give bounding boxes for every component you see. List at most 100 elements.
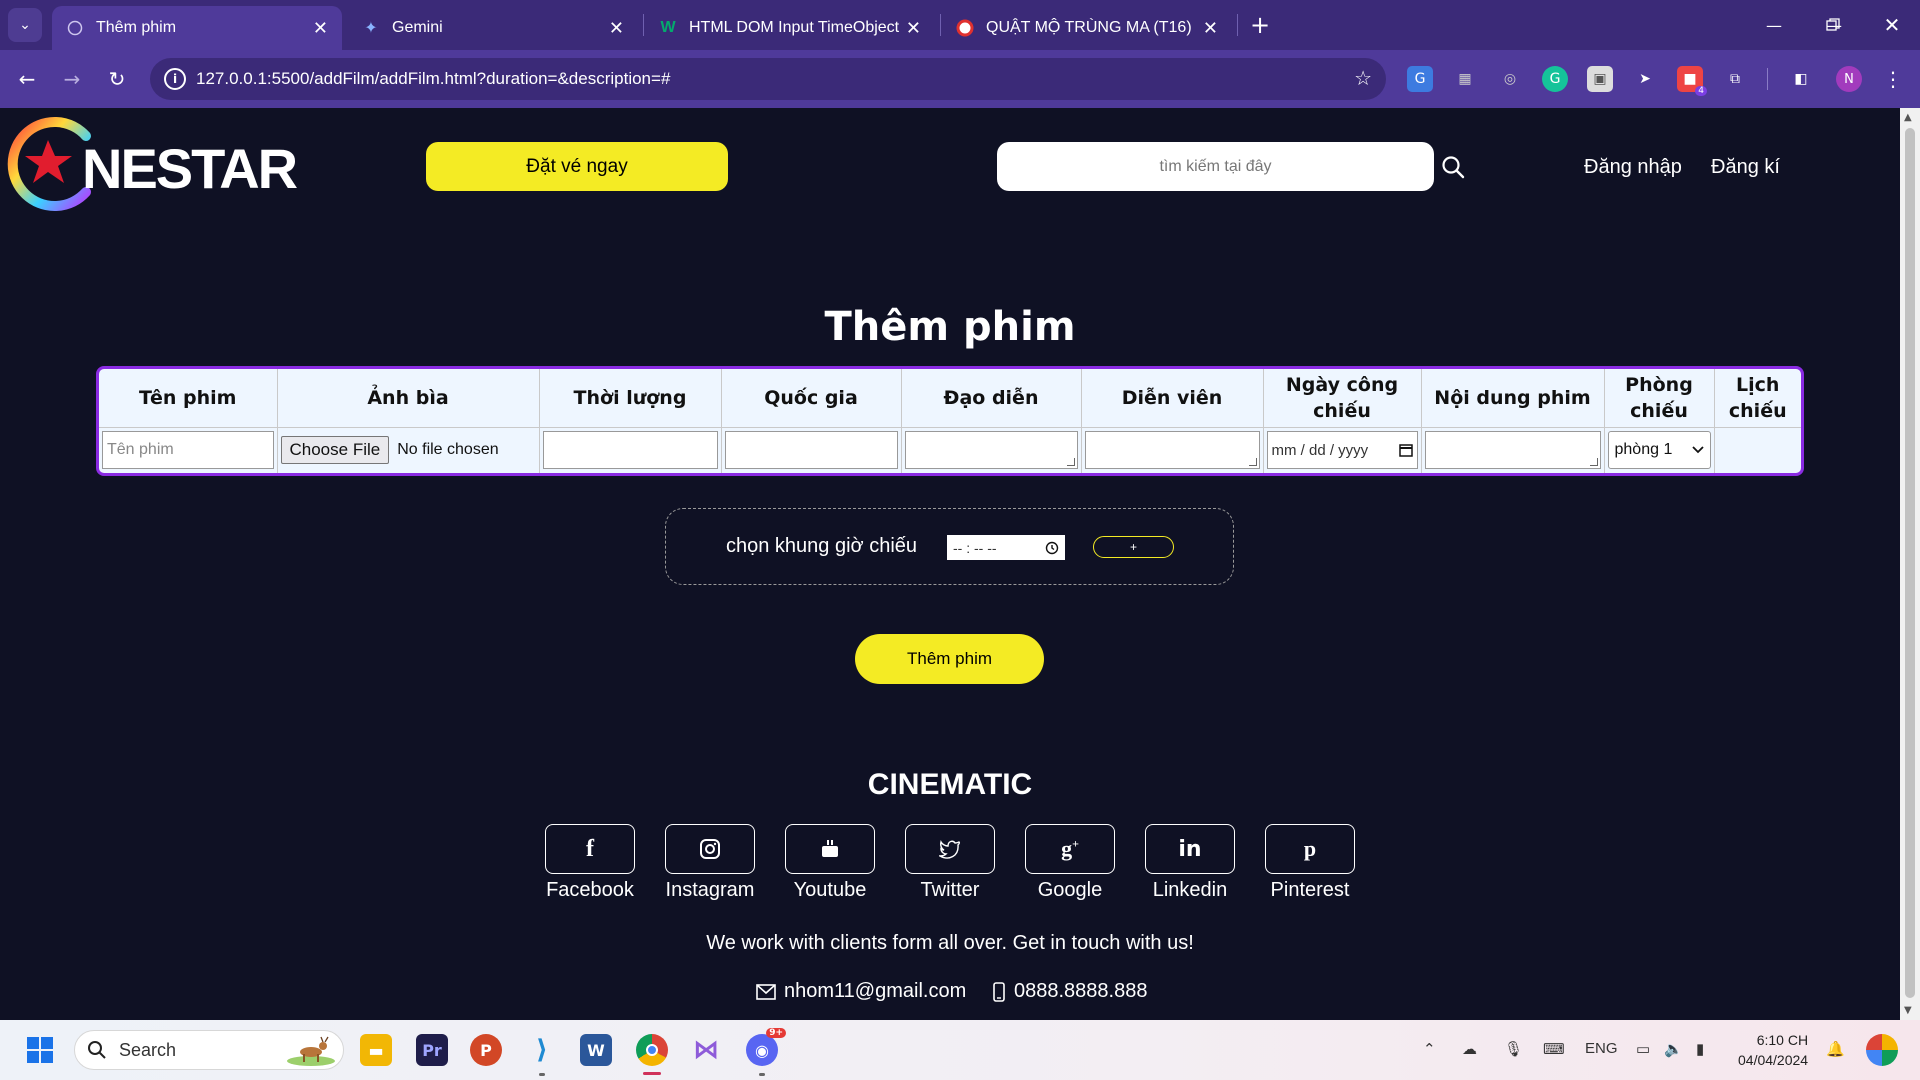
tab-quat-mo[interactable]: QUẬT MỘ TRÙNG MA (T16) ✕ bbox=[942, 6, 1232, 50]
language-indicator[interactable]: ENG bbox=[1585, 1040, 1618, 1057]
copilot-icon[interactable] bbox=[1866, 1034, 1898, 1066]
tab-them-phim[interactable]: Thêm phim ✕ bbox=[52, 6, 342, 50]
kebab-menu-icon[interactable]: ⋮ bbox=[1880, 66, 1906, 92]
social-google[interactable]: g+ Google bbox=[1010, 824, 1130, 902]
social-youtube[interactable]: Youtube bbox=[770, 824, 890, 902]
tab-search-button[interactable]: ⌄ bbox=[8, 8, 42, 42]
cursor-extension-icon[interactable]: ➤ bbox=[1632, 66, 1658, 92]
discord-icon[interactable]: ◉ 9+ bbox=[746, 1028, 786, 1066]
profile-avatar[interactable]: N bbox=[1836, 66, 1862, 92]
login-link[interactable]: Đăng nhập bbox=[1584, 156, 1682, 179]
bookmark-star-icon[interactable]: ☆ bbox=[1354, 66, 1372, 90]
cover-file-input[interactable]: Choose File No file chosen bbox=[280, 431, 536, 469]
compass-extension-icon[interactable]: ◎ bbox=[1497, 66, 1523, 92]
file-explorer-icon[interactable]: ▬ bbox=[360, 1034, 392, 1066]
blocker-extension-icon[interactable]: ■ 4 bbox=[1677, 66, 1707, 96]
submit-film-button[interactable]: Thêm phim bbox=[855, 634, 1044, 684]
duration-input[interactable] bbox=[542, 431, 718, 470]
social-instagram[interactable]: Instagram bbox=[650, 824, 770, 902]
scroll-thumb[interactable] bbox=[1905, 128, 1915, 998]
tab-gemini[interactable]: ✦ Gemini ✕ bbox=[348, 6, 638, 50]
powerpoint-icon[interactable]: P bbox=[470, 1034, 502, 1066]
google-plus-icon[interactable]: g+ bbox=[1025, 824, 1115, 874]
page-scrollbar[interactable]: ▲ ▼ bbox=[1900, 108, 1920, 1020]
qr-code-extension-icon[interactable]: ▦ bbox=[1452, 66, 1478, 92]
microphone-icon[interactable]: 🎙 bbox=[1504, 1040, 1523, 1058]
social-linkedin[interactable]: in Linkedin bbox=[1130, 824, 1250, 902]
scroll-down-icon[interactable]: ▼ bbox=[1904, 1005, 1912, 1016]
social-pinterest[interactable]: p Pinterest bbox=[1250, 824, 1370, 902]
reload-icon[interactable]: ↻ bbox=[100, 62, 134, 96]
restore-icon[interactable] bbox=[1813, 8, 1853, 42]
choose-file-button[interactable]: Choose File bbox=[280, 436, 390, 465]
social-twitter[interactable]: Twitter bbox=[890, 824, 1010, 902]
showtime-input[interactable]: -- : -- -- bbox=[947, 535, 1065, 560]
social-facebook[interactable]: f Facebook bbox=[530, 824, 650, 902]
site-info-icon[interactable]: i bbox=[164, 68, 186, 90]
close-tab-icon[interactable]: ✕ bbox=[906, 18, 921, 39]
close-tab-icon[interactable]: ✕ bbox=[609, 18, 624, 39]
taskbar-search[interactable]: Search bbox=[74, 1030, 344, 1070]
url-text[interactable]: 127.0.0.1:5500/addFilm/addFilm.html?dura… bbox=[196, 69, 670, 89]
vscode-icon[interactable]: ⟩ bbox=[526, 1034, 558, 1066]
keyboard-icon[interactable]: ⌨ bbox=[1543, 1040, 1565, 1058]
film-name-input[interactable] bbox=[102, 431, 274, 470]
tray-overflow-icon[interactable]: ⌃ bbox=[1423, 1040, 1436, 1058]
volume-icon[interactable]: 🔈 bbox=[1664, 1040, 1683, 1058]
facebook-icon[interactable]: f bbox=[545, 824, 635, 874]
minimize-window-icon[interactable]: — bbox=[1754, 8, 1794, 42]
book-now-button[interactable]: Đặt vé ngay bbox=[426, 142, 728, 191]
side-panel-icon[interactable]: ◧ bbox=[1788, 66, 1814, 92]
calendar-icon[interactable] bbox=[1398, 443, 1413, 457]
clock-icon[interactable] bbox=[1045, 541, 1059, 555]
room-select[interactable]: phòng 1 bbox=[1607, 431, 1711, 470]
pinterest-icon[interactable]: p bbox=[1265, 824, 1355, 874]
onedrive-icon[interactable]: ☁ bbox=[1462, 1040, 1477, 1058]
battery-icon[interactable]: ▮ bbox=[1696, 1040, 1704, 1058]
linkedin-icon[interactable]: in bbox=[1145, 824, 1235, 874]
director-textarea[interactable] bbox=[904, 431, 1078, 470]
search-input[interactable] bbox=[997, 142, 1434, 191]
word-icon[interactable]: W bbox=[580, 1034, 612, 1066]
youtube-icon[interactable] bbox=[785, 824, 875, 874]
windows-start-icon[interactable] bbox=[24, 1034, 56, 1066]
premiere-pro-icon[interactable]: Pr bbox=[416, 1034, 448, 1066]
browser-toolbar: ← → ↻ i 127.0.0.1:5500/addFilm/addFilm.h… bbox=[0, 50, 1920, 108]
cinestar-logo[interactable]: NESTAR bbox=[4, 114, 298, 214]
resize-grip-icon[interactable] bbox=[1589, 458, 1598, 467]
translate-extension-icon[interactable]: G bbox=[1407, 66, 1433, 92]
instagram-icon[interactable] bbox=[665, 824, 755, 874]
actors-textarea[interactable] bbox=[1084, 431, 1260, 470]
tab-divider bbox=[940, 14, 941, 36]
notification-bell-icon[interactable]: 🔔 bbox=[1826, 1040, 1845, 1058]
extensions-puzzle-icon[interactable]: ⧉ bbox=[1722, 66, 1748, 92]
twitter-icon[interactable] bbox=[905, 824, 995, 874]
resize-grip-icon[interactable] bbox=[1248, 458, 1257, 467]
release-date-input[interactable]: mm / dd / yyyy bbox=[1266, 431, 1418, 470]
tab-divider bbox=[643, 14, 644, 36]
scroll-up-icon[interactable]: ▲ bbox=[1904, 112, 1912, 123]
grammarly-extension-icon[interactable]: G bbox=[1542, 66, 1568, 92]
forward-icon[interactable]: → bbox=[55, 62, 89, 96]
close-window-icon[interactable]: ✕ bbox=[1872, 8, 1912, 42]
close-tab-icon[interactable]: ✕ bbox=[313, 18, 328, 39]
close-tab-icon[interactable]: ✕ bbox=[1203, 18, 1218, 39]
search-icon[interactable] bbox=[1440, 154, 1466, 180]
resize-grip-icon[interactable] bbox=[1066, 458, 1075, 467]
image-extension-icon[interactable]: ▣ bbox=[1587, 66, 1613, 92]
taskbar-clock[interactable]: 6:10 CH 04/04/2024 bbox=[1738, 1030, 1808, 1070]
register-link[interactable]: Đăng kí bbox=[1711, 156, 1780, 179]
new-tab-button[interactable]: + bbox=[1245, 10, 1275, 40]
visual-studio-icon[interactable]: ⋈ bbox=[690, 1034, 722, 1066]
network-icon[interactable]: ▭ bbox=[1636, 1040, 1650, 1058]
chrome-icon[interactable] bbox=[636, 1034, 668, 1066]
back-icon[interactable]: ← bbox=[10, 62, 44, 96]
tab-html-dom[interactable]: W HTML DOM Input TimeObject ✕ bbox=[645, 6, 935, 50]
address-bar[interactable]: i 127.0.0.1:5500/addFilm/addFilm.html?du… bbox=[150, 58, 1386, 100]
country-input[interactable] bbox=[724, 431, 898, 470]
description-textarea[interactable] bbox=[1424, 431, 1601, 470]
contact-phone[interactable]: 0888.8888.888 bbox=[992, 980, 1147, 1003]
contact-email[interactable]: nhom11@gmail.com bbox=[756, 980, 966, 1003]
add-showtime-button[interactable]: + bbox=[1093, 536, 1174, 558]
phone-icon bbox=[993, 981, 1005, 1002]
